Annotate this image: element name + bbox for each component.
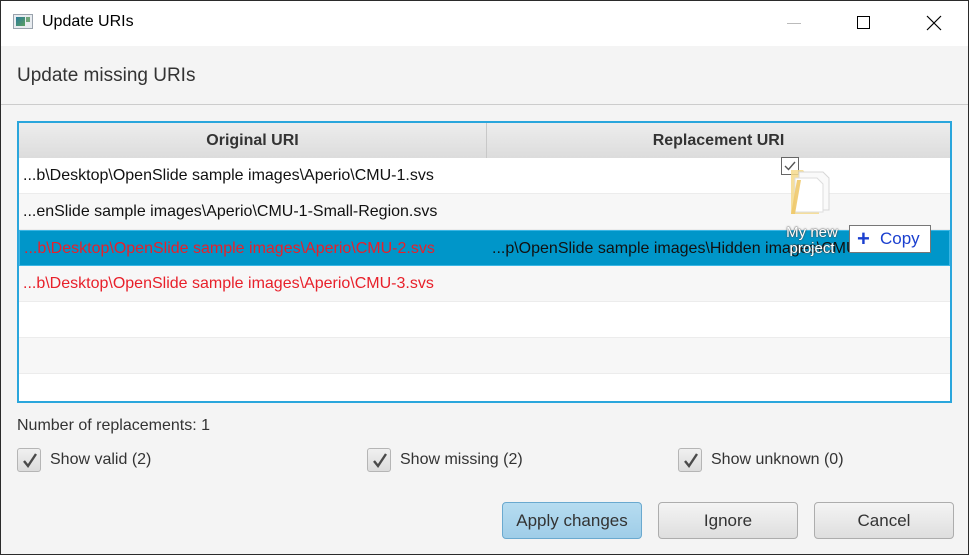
app-window-icon bbox=[13, 14, 33, 29]
show-valid-checkbox[interactable]: Show valid (2) bbox=[17, 448, 177, 474]
show-missing-label[interactable]: Show missing (2) bbox=[400, 451, 523, 469]
ignore-button[interactable]: Ignore bbox=[658, 502, 798, 539]
cancel-button[interactable]: Cancel bbox=[814, 502, 954, 539]
table-header: Original URI Replacement URI bbox=[19, 123, 950, 159]
update-uris-dialog: Update URIs Update missing URIs Original… bbox=[0, 0, 969, 555]
original-uri-cell[interactable]: ...b\Desktop\OpenSlide sample images\Ape… bbox=[24, 231, 486, 266]
replacement-uri-cell[interactable]: ...p\OpenSlide sample images\Hidden imag… bbox=[492, 231, 950, 266]
column-header-replacement-uri[interactable]: Replacement URI bbox=[487, 123, 950, 158]
checkbox-box[interactable] bbox=[367, 448, 391, 472]
replacement-count: Number of replacements: 1 bbox=[17, 417, 210, 434]
uri-table[interactable]: Original URI Replacement URI ...b\Deskto… bbox=[17, 121, 952, 403]
checkmark-icon bbox=[373, 453, 387, 469]
table-row[interactable]: ...enSlide sample images\Aperio\CMU-1-Sm… bbox=[19, 194, 950, 230]
show-unknown-label[interactable]: Show unknown (0) bbox=[711, 451, 844, 469]
apply-changes-button[interactable]: Apply changes bbox=[502, 502, 642, 539]
table-row-empty bbox=[19, 374, 950, 401]
close-button[interactable] bbox=[911, 1, 957, 46]
original-uri-cell[interactable]: ...b\Desktop\OpenSlide sample images\Ape… bbox=[23, 266, 485, 301]
replacement-uri-cell[interactable] bbox=[491, 266, 950, 301]
dialog-header: Update missing URIs bbox=[1, 46, 968, 105]
show-missing-checkbox[interactable]: Show missing (2) bbox=[367, 448, 547, 474]
title-bar: Update URIs bbox=[1, 1, 968, 46]
replacement-uri-cell[interactable] bbox=[491, 158, 950, 193]
window-title: Update URIs bbox=[42, 13, 134, 30]
table-row-empty bbox=[19, 302, 950, 338]
close-icon bbox=[926, 15, 942, 31]
table-row[interactable]: ...b\Desktop\OpenSlide sample images\Ape… bbox=[19, 266, 950, 302]
show-unknown-checkbox[interactable]: Show unknown (0) bbox=[678, 448, 868, 474]
replacement-uri-cell[interactable] bbox=[491, 194, 950, 229]
checkbox-box[interactable] bbox=[17, 448, 41, 472]
checkbox-box[interactable] bbox=[678, 448, 702, 472]
column-header-original-uri[interactable]: Original URI bbox=[19, 123, 487, 158]
checkmark-icon bbox=[23, 453, 37, 469]
show-valid-label[interactable]: Show valid (2) bbox=[50, 451, 151, 469]
table-row-selected[interactable]: ...b\Desktop\OpenSlide sample images\Ape… bbox=[19, 230, 950, 266]
minimize-button[interactable] bbox=[771, 1, 817, 46]
checkmark-icon bbox=[684, 453, 698, 469]
table-row-empty bbox=[19, 338, 950, 374]
original-uri-cell[interactable]: ...b\Desktop\OpenSlide sample images\Ape… bbox=[23, 158, 485, 193]
maximize-button[interactable] bbox=[841, 1, 887, 46]
header-text: Update missing URIs bbox=[17, 65, 196, 86]
table-row[interactable]: ...b\Desktop\OpenSlide sample images\Ape… bbox=[19, 158, 950, 194]
original-uri-cell[interactable]: ...enSlide sample images\Aperio\CMU-1-Sm… bbox=[23, 194, 485, 229]
